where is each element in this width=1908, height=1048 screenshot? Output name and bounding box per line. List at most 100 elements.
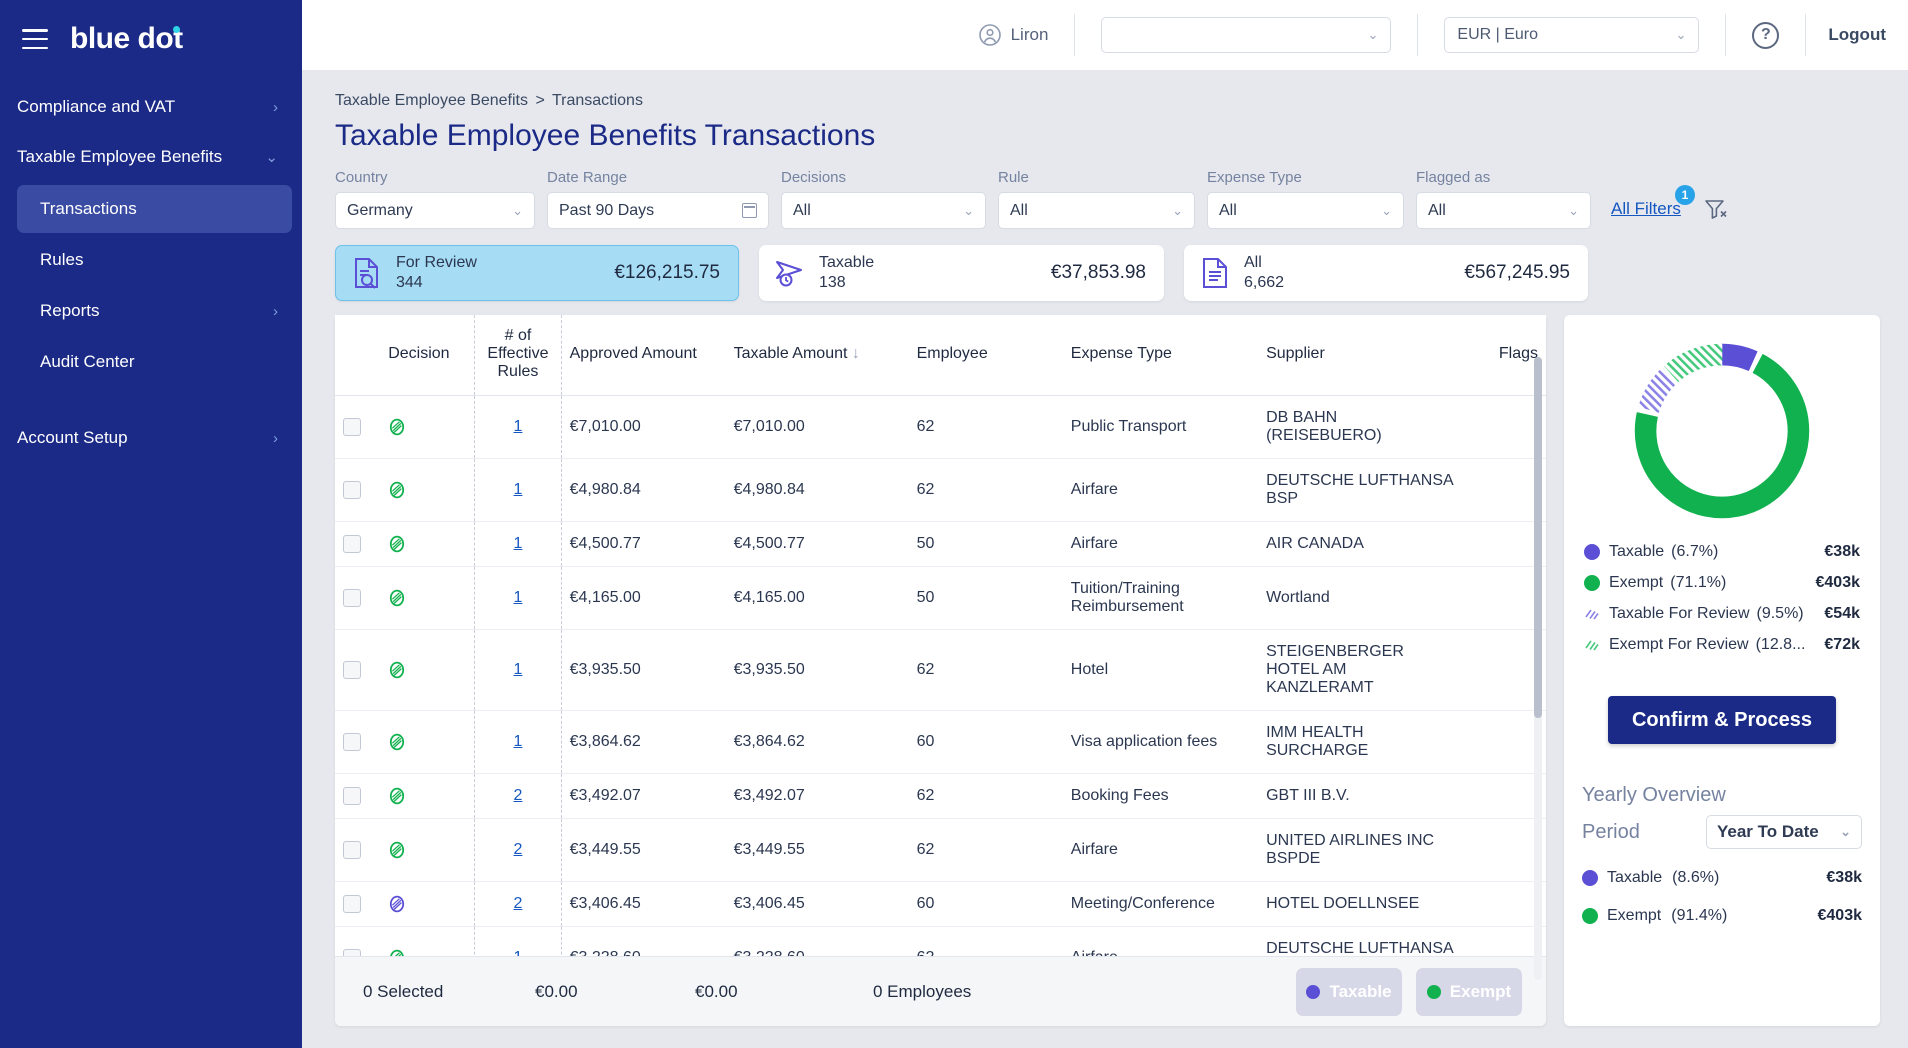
table-scrollbar[interactable] [1534, 357, 1542, 980]
filter-date-range-select[interactable]: Past 90 Days [547, 192, 769, 229]
row-rules-cell[interactable]: 1 [475, 459, 561, 522]
row-decision-cell[interactable] [380, 711, 475, 774]
row-checkbox-cell[interactable] [335, 882, 380, 927]
row-rules-link[interactable]: 2 [514, 895, 523, 912]
all-filters-link[interactable]: All Filters 1 [1611, 199, 1681, 219]
th-expense-type[interactable]: Expense Type [1063, 315, 1258, 396]
row-checkbox-cell[interactable] [335, 819, 380, 882]
table-row[interactable]: 1€4,165.00€4,165.0050Tuition/Training Re… [335, 567, 1546, 630]
row-checkbox-cell[interactable] [335, 396, 380, 459]
row-rules-cell[interactable]: 1 [475, 711, 561, 774]
brand-logo[interactable]: blue dot [70, 22, 183, 56]
row-rules-link[interactable]: 1 [514, 733, 523, 750]
row-rules-cell[interactable]: 1 [475, 522, 561, 567]
row-decision-cell[interactable] [380, 630, 475, 711]
table-scroll-area[interactable]: Decision # of Effective Rules Approved A… [335, 315, 1546, 956]
filter-expense-type-select[interactable]: All ⌄ [1207, 192, 1404, 229]
row-rules-link[interactable]: 1 [514, 535, 523, 552]
user-menu[interactable]: Liron [978, 23, 1075, 47]
row-rules-link[interactable]: 1 [514, 481, 523, 498]
row-rules-cell[interactable]: 2 [475, 819, 561, 882]
filter-flagged-as-select[interactable]: All ⌄ [1416, 192, 1591, 229]
th-taxable-amount[interactable]: Taxable Amount ↓ [726, 315, 909, 396]
table-row[interactable]: 1€7,010.00€7,010.0062Public TransportDB … [335, 396, 1546, 459]
row-decision-cell[interactable] [380, 819, 475, 882]
row-decision-cell[interactable] [380, 774, 475, 819]
row-rules-cell[interactable]: 2 [475, 774, 561, 819]
th-approved-amount[interactable]: Approved Amount [561, 315, 725, 396]
row-checkbox-cell[interactable] [335, 630, 380, 711]
row-checkbox[interactable] [343, 589, 361, 607]
th-employee[interactable]: Employee [909, 315, 1063, 396]
card-all[interactable]: All 6,662 €567,245.95 [1184, 245, 1588, 301]
row-checkbox[interactable] [343, 535, 361, 553]
row-checkbox[interactable] [343, 733, 361, 751]
table-row[interactable]: 1€4,980.84€4,980.8462AirfareDEUTSCHE LUF… [335, 459, 1546, 522]
breadcrumb-parent[interactable]: Taxable Employee Benefits [335, 92, 528, 109]
card-taxable[interactable]: Taxable 138 €37,853.98 [759, 245, 1164, 301]
row-checkbox-cell[interactable] [335, 711, 380, 774]
table-row[interactable]: 2€3,406.45€3,406.4560Meeting/ConferenceH… [335, 882, 1546, 927]
logout-button[interactable]: Logout [1806, 25, 1886, 45]
row-checkbox[interactable] [343, 895, 361, 913]
row-rules-link[interactable]: 1 [514, 661, 523, 678]
row-rules-link[interactable]: 1 [514, 949, 523, 956]
currency-select[interactable]: EUR | Euro ⌄ [1444, 17, 1699, 53]
filter-rule-select[interactable]: All ⌄ [998, 192, 1195, 229]
row-checkbox-cell[interactable] [335, 459, 380, 522]
row-checkbox[interactable] [343, 481, 361, 499]
row-rules-cell[interactable]: 1 [475, 927, 561, 957]
table-row[interactable]: 1€3,228.60€3,228.6062AirfareDEUTSCHE LUF… [335, 927, 1546, 957]
row-rules-cell[interactable]: 1 [475, 630, 561, 711]
period-select[interactable]: Year To Date ⌄ [1706, 815, 1862, 849]
help-icon[interactable]: ? [1752, 22, 1779, 49]
clear-filter-icon[interactable] [1703, 197, 1729, 221]
sidebar-group-teb[interactable]: Taxable Employee Benefits ⌄ [0, 132, 302, 182]
row-checkbox[interactable] [343, 418, 361, 436]
row-rules-cell[interactable]: 1 [475, 396, 561, 459]
th-supplier[interactable]: Supplier [1258, 315, 1464, 396]
row-decision-cell[interactable] [380, 522, 475, 567]
row-decision-cell[interactable] [380, 927, 475, 957]
row-rules-cell[interactable]: 1 [475, 567, 561, 630]
row-rules-link[interactable]: 1 [514, 418, 523, 435]
confirm-and-process-button[interactable]: Confirm & Process [1608, 696, 1836, 744]
row-rules-link[interactable]: 2 [514, 841, 523, 858]
row-decision-cell[interactable] [380, 882, 475, 927]
row-rules-link[interactable]: 2 [514, 787, 523, 804]
sidebar-item-audit-center[interactable]: Audit Center [17, 338, 292, 386]
row-checkbox[interactable] [343, 949, 361, 956]
row-checkbox-cell[interactable] [335, 567, 380, 630]
row-checkbox-cell[interactable] [335, 522, 380, 567]
table-row[interactable]: 1€4,500.77€4,500.7750AirfareAIR CANADA [335, 522, 1546, 567]
mark-exempt-button[interactable]: Exempt [1416, 968, 1522, 1016]
filter-country-select[interactable]: Germany ⌄ [335, 192, 535, 229]
row-checkbox-cell[interactable] [335, 774, 380, 819]
row-checkbox[interactable] [343, 841, 361, 859]
row-rules-link[interactable]: 1 [514, 589, 523, 606]
row-decision-cell[interactable] [380, 567, 475, 630]
row-checkbox[interactable] [343, 661, 361, 679]
hamburger-menu-icon[interactable] [22, 29, 48, 49]
table-row[interactable]: 1€3,864.62€3,864.6260Visa application fe… [335, 711, 1546, 774]
th-select-all[interactable] [335, 315, 380, 396]
table-scrollbar-thumb[interactable] [1534, 357, 1542, 718]
table-row[interactable]: 2€3,449.55€3,449.5562AirfareUNITED AIRLI… [335, 819, 1546, 882]
company-select[interactable]: ⌄ [1101, 17, 1391, 53]
table-row[interactable]: 2€3,492.07€3,492.0762Booking FeesGBT III… [335, 774, 1546, 819]
row-checkbox[interactable] [343, 787, 361, 805]
table-row[interactable]: 1€3,935.50€3,935.5062HotelSTEIGENBERGER … [335, 630, 1546, 711]
mark-taxable-button[interactable]: Taxable [1296, 968, 1402, 1016]
sidebar-item-reports[interactable]: Reports › [17, 287, 292, 335]
row-rules-cell[interactable]: 2 [475, 882, 561, 927]
card-for-review[interactable]: For Review 344 €126,215.75 [335, 245, 739, 301]
row-decision-cell[interactable] [380, 459, 475, 522]
filter-decisions-select[interactable]: All ⌄ [781, 192, 986, 229]
sidebar-item-transactions[interactable]: Transactions [17, 185, 292, 233]
th-effective-rules[interactable]: # of Effective Rules [475, 315, 561, 396]
row-decision-cell[interactable] [380, 396, 475, 459]
th-decision[interactable]: Decision [380, 315, 475, 396]
sidebar-group-compliance[interactable]: Compliance and VAT › [0, 82, 302, 132]
sidebar-group-account-setup[interactable]: Account Setup › [0, 413, 302, 463]
row-checkbox-cell[interactable] [335, 927, 380, 957]
